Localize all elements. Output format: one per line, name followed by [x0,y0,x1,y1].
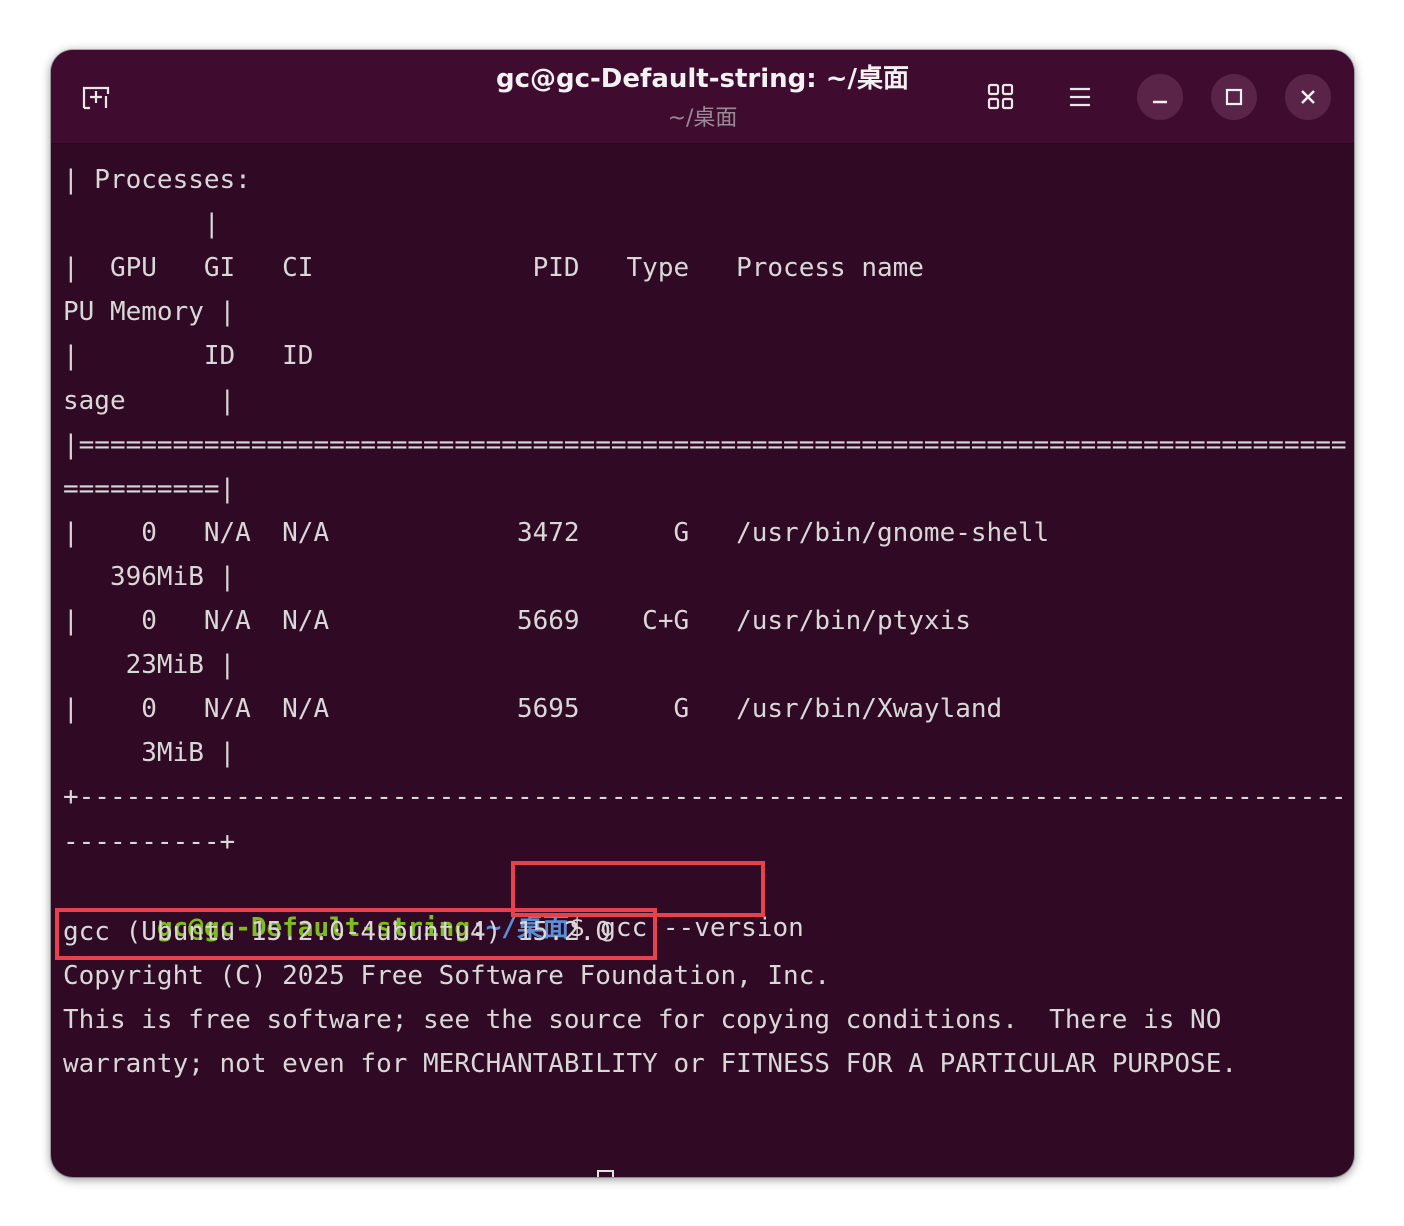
output-line: 396MiB | [63,562,236,592]
terminal-window: gc@gc-Default-string: ~/桌面 ~/桌面 | Proces… [51,50,1354,1177]
grid-icon [987,83,1014,110]
output-line: | ID ID U [63,341,1354,371]
output-line: | [63,209,220,239]
tab-overview-button[interactable] [978,74,1024,120]
command-text: gcc --version [584,913,804,943]
command-line: gc@gc-Default-string:~/桌面$ gcc --version [63,868,804,943]
result-line: Copyright (C) 2025 Free Software Foundat… [63,961,831,991]
active-prompt-line[interactable]: gc@gc-Default-string:~/桌面$ [63,1132,614,1177]
maximize-icon [1225,88,1243,106]
close-button[interactable] [1285,74,1331,120]
minimize-button[interactable] [1137,74,1183,120]
output-line: PU Memory | [63,297,236,327]
title-bar[interactable]: gc@gc-Default-string: ~/桌面 ~/桌面 [51,50,1354,144]
terminal-output[interactable]: | Processes: | | GPU GI CI PID Type Proce… [63,160,1354,1177]
output-line: | 0 N/A N/A 5695 G /usr/bin/Xwayland [63,694,1003,724]
output-line: ==========| [63,474,236,504]
output-line: | 0 N/A N/A 5669 C+G /usr/bin/ptyxis [63,606,971,636]
close-icon [1301,90,1315,104]
menu-button[interactable] [1057,74,1103,120]
output-line: 23MiB | [63,650,236,680]
output-line: +---------------------------------------… [63,782,1347,812]
output-line: |=======================================… [63,430,1347,460]
text-cursor [596,1170,614,1177]
output-line: sage | [63,386,236,416]
output-line: ----------+ [63,827,236,857]
minimize-icon [1153,100,1167,104]
output-line: | GPU GI CI PID Type Process name G [63,253,1354,283]
result-line: gcc (Ubuntu 15.2.0-4ubuntu4) 15.2.0 [63,917,611,947]
output-line: | 0 N/A N/A 3472 G /usr/bin/gnome-shell [63,518,1050,548]
result-line: This is free software; see the source fo… [63,1005,1222,1035]
output-line: 3MiB | [63,738,236,768]
maximize-button[interactable] [1211,74,1257,120]
hamburger-menu-icon [1070,87,1090,107]
output-line: | Processes: [63,165,251,195]
result-line: warranty; not even for MERCHANTABILITY o… [63,1049,1237,1079]
